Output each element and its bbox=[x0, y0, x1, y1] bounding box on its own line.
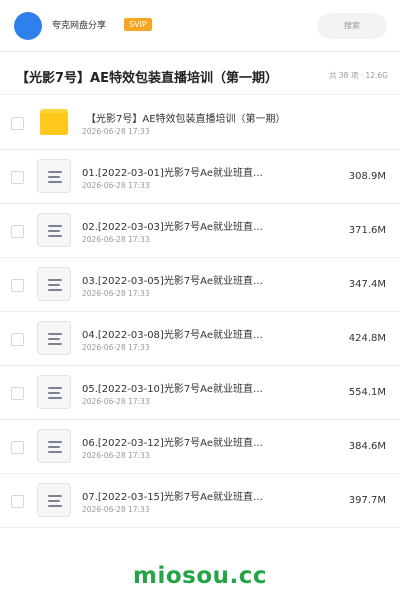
file-name: 05.[2022-03-10]光影7号Ae就业班直… bbox=[82, 384, 264, 395]
page-title: 【光影7号】AE特效包装直播培训（第一期） bbox=[16, 71, 278, 86]
list-item[interactable]: 05.[2022-03-10]光影7号Ae就业班直… 2026-06-28 17… bbox=[0, 366, 400, 420]
document-icon bbox=[37, 375, 71, 409]
document-icon bbox=[37, 267, 71, 301]
list-item[interactable]: 06.[2022-03-12]光影7号Ae就业班直… 2026-06-28 17… bbox=[0, 420, 400, 474]
row-checkbox[interactable] bbox=[11, 225, 24, 238]
file-name: 04.[2022-03-08]光影7号Ae就业班直… bbox=[82, 330, 264, 341]
file-size: 554.1M bbox=[348, 387, 386, 398]
site-watermark: miosou.cc bbox=[132, 563, 268, 589]
app-header: 夸克网盘分享 SVIP 搜索 bbox=[0, 0, 400, 52]
row-checkbox[interactable] bbox=[11, 495, 24, 508]
folder-icon bbox=[40, 109, 68, 135]
list-item[interactable]: 【光影7号】AE特效包装直播培训（第一期） 2026-06-28 17:33 bbox=[0, 96, 400, 150]
file-date: 2026-06-28 17:33 bbox=[82, 181, 150, 190]
row-checkbox[interactable] bbox=[11, 171, 24, 184]
file-name: 03.[2022-03-05]光影7号Ae就业班直… bbox=[82, 276, 264, 287]
folder-title-bar: 【光影7号】AE特效包装直播培训（第一期） 共 38 项 · 12.6G bbox=[0, 53, 400, 95]
file-name: 01.[2022-03-01]光影7号Ae就业班直… bbox=[82, 168, 264, 179]
document-icon bbox=[37, 429, 71, 463]
file-date: 2026-06-28 17:33 bbox=[82, 289, 150, 298]
list-item[interactable]: 03.[2022-03-05]光影7号Ae就业班直… 2026-06-28 17… bbox=[0, 258, 400, 312]
row-checkbox[interactable] bbox=[11, 333, 24, 346]
row-checkbox[interactable] bbox=[11, 117, 24, 130]
share-title: 夸克网盘分享 bbox=[52, 21, 107, 31]
list-item[interactable]: 07.[2022-03-15]光影7号Ae就业班直… 2026-06-28 17… bbox=[0, 474, 400, 528]
file-size: 424.8M bbox=[348, 333, 386, 344]
list-item[interactable]: 04.[2022-03-08]光影7号Ae就业班直… 2026-06-28 17… bbox=[0, 312, 400, 366]
list-item[interactable]: 01.[2022-03-01]光影7号Ae就业班直… 2026-06-28 17… bbox=[0, 150, 400, 204]
file-name: 07.[2022-03-15]光影7号Ae就业班直… bbox=[82, 492, 264, 503]
row-checkbox[interactable] bbox=[11, 441, 24, 454]
list-item[interactable]: 02.[2022-03-03]光影7号Ae就业班直… 2026-06-28 17… bbox=[0, 204, 400, 258]
avatar[interactable] bbox=[14, 12, 42, 40]
document-icon bbox=[37, 483, 71, 517]
item-count-size: 共 38 项 · 12.6G bbox=[329, 71, 388, 80]
file-name: 【光影7号】AE特效包装直播培训（第一期） bbox=[86, 114, 286, 125]
svip-badge: SVIP bbox=[124, 18, 152, 31]
file-date: 2026-06-28 17:33 bbox=[82, 451, 150, 460]
file-size: 308.9M bbox=[348, 171, 386, 182]
file-date: 2026-06-28 17:33 bbox=[82, 127, 150, 136]
document-icon bbox=[37, 213, 71, 247]
file-size: 384.6M bbox=[348, 441, 386, 452]
file-size: 371.6M bbox=[348, 225, 386, 236]
row-checkbox[interactable] bbox=[11, 279, 24, 292]
file-date: 2026-06-28 17:33 bbox=[82, 343, 150, 352]
row-checkbox[interactable] bbox=[11, 387, 24, 400]
file-date: 2026-06-28 17:33 bbox=[82, 397, 150, 406]
document-icon bbox=[37, 159, 71, 193]
file-size: 347.4M bbox=[348, 279, 386, 290]
file-date: 2026-06-28 17:33 bbox=[82, 235, 150, 244]
document-icon bbox=[37, 321, 71, 355]
file-name: 02.[2022-03-03]光影7号Ae就业班直… bbox=[82, 222, 264, 233]
search-input[interactable]: 搜索 bbox=[317, 13, 387, 39]
file-date: 2026-06-28 17:33 bbox=[82, 505, 150, 514]
file-size: 397.7M bbox=[348, 495, 386, 506]
file-name: 06.[2022-03-12]光影7号Ae就业班直… bbox=[82, 438, 264, 449]
